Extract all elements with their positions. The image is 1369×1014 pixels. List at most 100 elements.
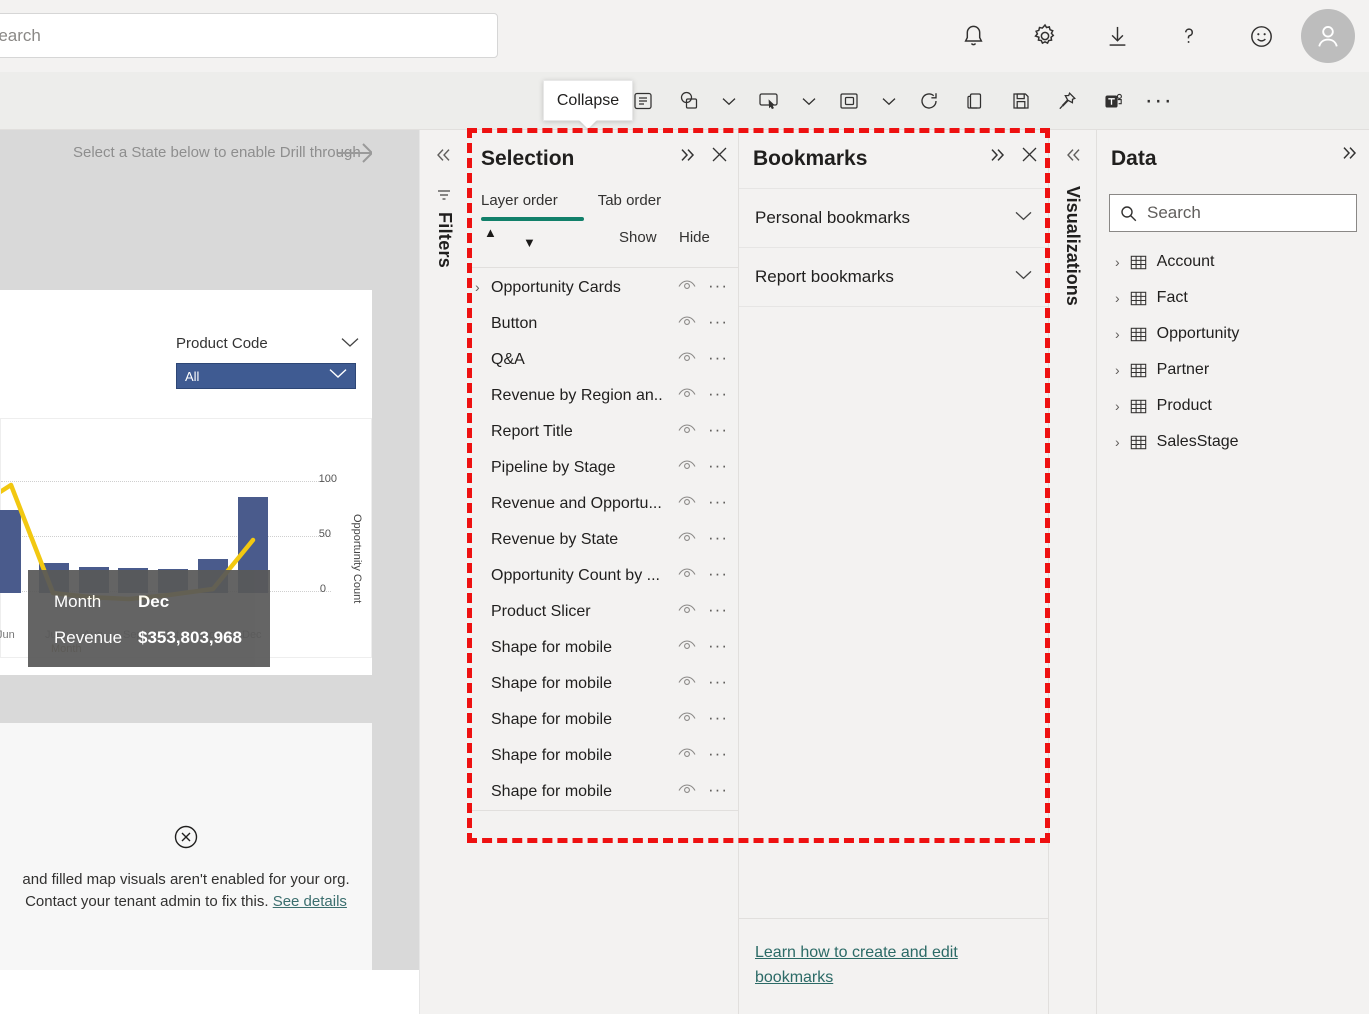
chevron-right-icon[interactable]: ›	[1115, 290, 1120, 306]
layer-row[interactable]: Shape for mobile ···	[467, 702, 738, 738]
visibility-eye-icon[interactable]	[678, 639, 696, 652]
layer-row[interactable]: Shape for mobile ···	[467, 774, 738, 810]
report-canvas[interactable]: Product Code All 100 50 0 Opportunity Co…	[0, 130, 419, 970]
layer-more-options-icon[interactable]: ···	[708, 600, 728, 620]
data-table-row[interactable]: › Partner	[1097, 352, 1369, 388]
chevron-down-icon[interactable]	[1015, 211, 1032, 221]
canvas-horizontal-scrollbar[interactable]	[0, 970, 419, 1014]
layer-more-options-icon[interactable]: ···	[708, 312, 728, 332]
chevron-right-icon[interactable]: ›	[1115, 254, 1120, 270]
visibility-eye-icon[interactable]	[678, 567, 696, 580]
report-bookmarks-section[interactable]: Report bookmarks	[739, 247, 1048, 306]
layer-row[interactable]: Q&A ···	[467, 342, 738, 378]
chevron-down-icon[interactable]	[872, 72, 906, 130]
chevron-right-icon[interactable]: ›	[1115, 362, 1120, 378]
product-code-slicer-dropdown[interactable]: All	[176, 363, 356, 389]
visibility-eye-icon[interactable]	[678, 459, 696, 472]
layer-more-options-icon[interactable]: ···	[708, 348, 728, 368]
visibility-eye-icon[interactable]	[678, 603, 696, 616]
avatar[interactable]	[1301, 9, 1355, 63]
data-table-row[interactable]: › Account	[1097, 244, 1369, 280]
shapes-icon[interactable]	[666, 72, 712, 130]
layer-more-options-icon[interactable]: ···	[708, 780, 728, 800]
layer-more-options-icon[interactable]: ···	[708, 276, 728, 296]
move-down-icon[interactable]: ▼	[523, 235, 536, 250]
notifications-icon[interactable]	[937, 0, 1009, 72]
chevron-down-icon[interactable]	[792, 72, 826, 130]
data-table-row[interactable]: › Opportunity	[1097, 316, 1369, 352]
visibility-eye-icon[interactable]	[678, 279, 696, 292]
panes-icon[interactable]	[826, 72, 872, 130]
layer-row[interactable]: Opportunity Count by ... ···	[467, 558, 738, 594]
more-options-icon[interactable]: ···	[1136, 72, 1182, 130]
chevron-double-right-icon[interactable]	[677, 148, 697, 162]
layer-more-options-icon[interactable]: ···	[708, 564, 728, 584]
arrow-right-icon[interactable]	[336, 140, 376, 166]
layer-row[interactable]: Shape for mobile ···	[467, 666, 738, 702]
visualizations-pane-collapsed[interactable]: Visualizations	[1049, 130, 1097, 1014]
layer-more-options-icon[interactable]: ···	[708, 528, 728, 548]
data-table-row[interactable]: › SalesStage	[1097, 424, 1369, 460]
chevron-right-icon[interactable]: ›	[1115, 398, 1120, 414]
tab-tab-order[interactable]: Tab order	[598, 192, 701, 209]
visibility-eye-icon[interactable]	[678, 675, 696, 688]
global-search-input[interactable]: Search	[0, 13, 498, 58]
chevron-right-icon[interactable]: ›	[1115, 434, 1120, 450]
data-search-input[interactable]: Search	[1109, 194, 1357, 232]
layer-row[interactable]: Revenue by Region an... ···	[467, 378, 738, 414]
layer-more-options-icon[interactable]: ···	[708, 672, 728, 692]
chevron-right-icon[interactable]: ›	[1115, 326, 1120, 342]
layer-row[interactable]: Revenue and Opportu... ···	[467, 486, 738, 522]
visibility-eye-icon[interactable]	[678, 387, 696, 400]
visibility-eye-icon[interactable]	[678, 531, 696, 544]
download-icon[interactable]	[1081, 0, 1153, 72]
layer-row[interactable]: Report Title ···	[467, 414, 738, 450]
chevron-right-icon[interactable]: ›	[475, 279, 480, 295]
layer-more-options-icon[interactable]: ···	[708, 708, 728, 728]
buttons-icon[interactable]	[746, 72, 792, 130]
close-icon[interactable]	[1021, 146, 1038, 163]
tab-layer-order[interactable]: Layer order	[481, 192, 598, 209]
settings-gear-icon[interactable]	[1009, 0, 1081, 72]
filters-pane-collapsed[interactable]: Filters	[419, 130, 467, 1014]
visibility-eye-icon[interactable]	[678, 747, 696, 760]
layer-row[interactable]: Button ···	[467, 306, 738, 342]
data-table-row[interactable]: › Fact	[1097, 280, 1369, 316]
layer-row[interactable]: Revenue by State ···	[467, 522, 738, 558]
close-icon[interactable]	[711, 146, 728, 163]
visibility-eye-icon[interactable]	[678, 315, 696, 328]
layer-more-options-icon[interactable]: ···	[708, 420, 728, 440]
pin-icon[interactable]	[1044, 72, 1090, 130]
layer-more-options-icon[interactable]: ···	[708, 456, 728, 476]
chevron-double-right-icon[interactable]	[1339, 146, 1359, 160]
layer-row[interactable]: › Opportunity Cards ···	[467, 270, 738, 306]
chevron-down-icon[interactable]	[1015, 270, 1032, 280]
move-up-icon[interactable]: ▲	[484, 225, 497, 240]
chevron-double-left-icon[interactable]	[1063, 148, 1083, 162]
see-details-link[interactable]: See details	[273, 893, 347, 910]
personal-bookmarks-section[interactable]: Personal bookmarks	[739, 188, 1048, 247]
hide-all-button[interactable]: Hide	[679, 229, 710, 246]
visibility-eye-icon[interactable]	[678, 423, 696, 436]
layer-row[interactable]: Shape for mobile ···	[467, 738, 738, 774]
layer-row[interactable]: Product Slicer ···	[467, 594, 738, 630]
visibility-eye-icon[interactable]	[678, 495, 696, 508]
visibility-eye-icon[interactable]	[678, 711, 696, 724]
chevron-down-icon[interactable]	[712, 72, 746, 130]
learn-bookmarks-link[interactable]: Learn how to create and edit bookmarks	[755, 941, 987, 991]
teams-icon[interactable]	[1090, 72, 1136, 130]
layer-more-options-icon[interactable]: ···	[708, 384, 728, 404]
layer-more-options-icon[interactable]: ···	[708, 636, 728, 656]
visibility-eye-icon[interactable]	[678, 783, 696, 796]
refresh-icon[interactable]	[906, 72, 952, 130]
data-table-row[interactable]: › Product	[1097, 388, 1369, 424]
layer-more-options-icon[interactable]: ···	[708, 492, 728, 512]
feedback-smiley-icon[interactable]	[1225, 0, 1297, 72]
chevron-down-icon[interactable]	[341, 337, 359, 348]
show-all-button[interactable]: Show	[619, 229, 657, 246]
chevron-double-right-icon[interactable]	[987, 148, 1007, 162]
chevron-double-left-icon[interactable]	[433, 148, 453, 162]
visibility-eye-icon[interactable]	[678, 351, 696, 364]
layer-row[interactable]: Shape for mobile ···	[467, 630, 738, 666]
help-question-icon[interactable]	[1153, 0, 1225, 72]
